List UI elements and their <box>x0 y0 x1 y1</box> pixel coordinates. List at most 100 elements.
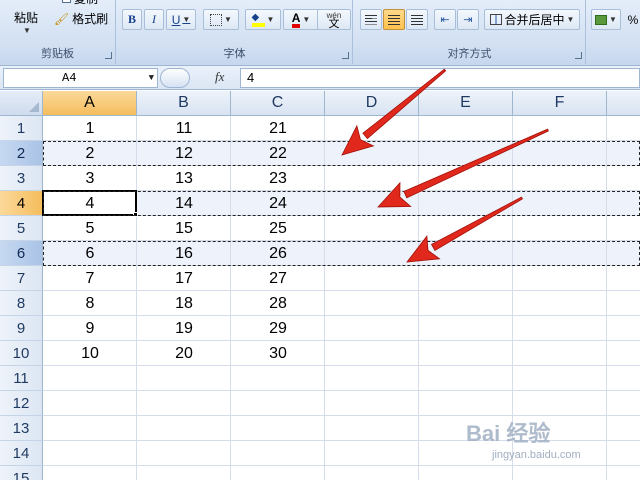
font-group: B I U ▼ ▼ ◆ ▼ A ▼ wén 文 字体 <box>117 0 353 64</box>
italic-label: I <box>152 12 156 26</box>
column-header-e[interactable]: E <box>419 91 513 116</box>
cell-c7[interactable]: 27 <box>231 266 325 291</box>
cell-a8[interactable]: 8 <box>43 291 137 316</box>
cell-a5[interactable]: 5 <box>43 216 137 241</box>
copy-label: 复制 <box>74 0 98 7</box>
decrease-indent-button[interactable]: ⇤ <box>434 9 456 30</box>
clipboard-group: 粘贴 ▼ 复制 🖌 格式刷 剪贴板 <box>0 0 116 64</box>
bold-label: B <box>127 12 136 26</box>
row-header-13[interactable]: 13 <box>0 416 43 441</box>
cell-a9[interactable]: 9 <box>43 316 137 341</box>
font-color-label: A <box>291 12 301 28</box>
cell-a3[interactable]: 3 <box>43 166 137 191</box>
select-all-button[interactable] <box>0 91 43 116</box>
cell-a7[interactable]: 7 <box>43 266 137 291</box>
cell-a10[interactable]: 10 <box>43 341 137 366</box>
cell-b6[interactable]: 16 <box>137 241 231 266</box>
formula-input[interactable]: 4 <box>240 68 640 88</box>
row-header-10[interactable]: 10 <box>0 341 43 366</box>
italic-button[interactable]: I <box>144 9 164 30</box>
chevron-down-icon: ▼ <box>609 15 617 24</box>
decrease-indent-icon: ⇤ <box>440 14 450 26</box>
align-right-button[interactable] <box>406 9 428 30</box>
column-header-f[interactable]: F <box>513 91 607 116</box>
row-header-15[interactable]: 15 <box>0 466 43 480</box>
cell-b5[interactable]: 15 <box>137 216 231 241</box>
cell-b4[interactable]: 14 <box>137 191 231 216</box>
fill-color-button[interactable]: ◆ ▼ <box>245 9 281 30</box>
row-header-5[interactable]: 5 <box>0 216 43 241</box>
cell-c6[interactable]: 26 <box>231 241 325 266</box>
number-group: ▼ % <box>587 0 640 64</box>
dialog-launcher-icon[interactable] <box>105 52 112 59</box>
cell-c8[interactable]: 28 <box>231 291 325 316</box>
increase-indent-button[interactable]: ⇥ <box>457 9 479 30</box>
column-header-c[interactable]: C <box>231 91 325 116</box>
row-header-7[interactable]: 7 <box>0 266 43 291</box>
row-header-12[interactable]: 12 <box>0 391 43 416</box>
percent-button[interactable]: % <box>623 9 640 30</box>
column-header-a[interactable]: A <box>43 91 137 116</box>
cell-c10[interactable]: 30 <box>231 341 325 366</box>
gridline <box>512 116 513 480</box>
cell-a4[interactable]: 4 <box>43 191 137 216</box>
cell-b1[interactable]: 11 <box>137 116 231 141</box>
font-group-label: 字体 <box>223 48 246 60</box>
name-box-value: A4 <box>62 71 77 85</box>
dialog-launcher-icon[interactable] <box>575 52 582 59</box>
row-header-11[interactable]: 11 <box>0 366 43 391</box>
increase-indent-icon: ⇥ <box>463 14 473 26</box>
column-header-b[interactable]: B <box>137 91 231 116</box>
column-header-partial[interactable] <box>607 91 640 116</box>
cell-c1[interactable]: 21 <box>231 116 325 141</box>
row-header-14[interactable]: 14 <box>0 441 43 466</box>
insert-function-button[interactable]: fx <box>215 69 224 85</box>
cell-c4[interactable]: 24 <box>231 191 325 216</box>
cell-b7[interactable]: 17 <box>137 266 231 291</box>
gridline <box>43 465 640 466</box>
accounting-format-button[interactable]: ▼ <box>591 9 621 30</box>
fill-handle[interactable] <box>133 212 138 217</box>
merge-center-button[interactable]: 合并后居中 ▼ <box>484 9 580 30</box>
dialog-launcher-icon[interactable] <box>342 52 349 59</box>
align-center-icon <box>388 14 400 25</box>
copy-icon <box>61 0 71 3</box>
cell-b9[interactable]: 19 <box>137 316 231 341</box>
cell-c3[interactable]: 23 <box>231 166 325 191</box>
formula-bar-splitter[interactable] <box>160 68 190 88</box>
name-box[interactable]: A4 ▼ <box>3 68 158 88</box>
cell-c2[interactable]: 22 <box>231 141 325 166</box>
cell-c5[interactable]: 25 <box>231 216 325 241</box>
column-header-d[interactable]: D <box>325 91 419 116</box>
cell-b8[interactable]: 18 <box>137 291 231 316</box>
row-header-9[interactable]: 9 <box>0 316 43 341</box>
row-header-1[interactable]: 1 <box>0 116 43 141</box>
row-header-6[interactable]: 6 <box>0 241 43 266</box>
phonetic-button[interactable]: wén 文 <box>317 9 351 30</box>
align-center-button[interactable] <box>383 9 405 30</box>
cell-b10[interactable]: 20 <box>137 341 231 366</box>
ribbon: 粘贴 ▼ 复制 🖌 格式刷 剪贴板 B I U▼ ▼ ◆▼ A▼ wén 文 <box>0 0 640 66</box>
worksheet-grid[interactable]: ABCDEF 1 2 3 4 5 6 7 8 9 10 11 12 13 14 15 1 11 21 2 12 22 3… <box>0 91 640 480</box>
format-painter-button[interactable]: 🖌 格式刷 <box>50 8 112 29</box>
row-header-8[interactable]: 8 <box>0 291 43 316</box>
cell-a1[interactable]: 1 <box>43 116 137 141</box>
gridline <box>418 116 419 480</box>
cell-b2[interactable]: 12 <box>137 141 231 166</box>
row-header-4[interactable]: 4 <box>0 191 43 216</box>
align-left-button[interactable] <box>360 9 382 30</box>
cell-a2[interactable]: 2 <box>43 141 137 166</box>
row-header-3[interactable]: 3 <box>0 166 43 191</box>
paste-button[interactable]: 粘贴 ▼ <box>6 2 46 42</box>
chevron-down-icon: ▼ <box>182 15 191 24</box>
underline-button[interactable]: U ▼ <box>166 9 196 30</box>
font-color-button[interactable]: A ▼ <box>283 9 319 30</box>
merge-icon <box>489 14 502 25</box>
borders-button[interactable]: ▼ <box>203 9 239 30</box>
row-header-2[interactable]: 2 <box>0 141 43 166</box>
cell-b3[interactable]: 13 <box>137 166 231 191</box>
cell-c9[interactable]: 29 <box>231 316 325 341</box>
cell-a6[interactable]: 6 <box>43 241 137 266</box>
chevron-down-icon[interactable]: ▼ <box>149 69 154 87</box>
bold-button[interactable]: B <box>122 9 142 30</box>
